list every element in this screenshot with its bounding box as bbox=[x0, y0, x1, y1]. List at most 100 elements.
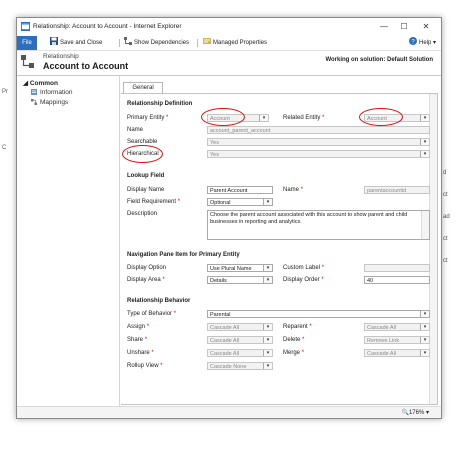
reparent-label-text: Reparent bbox=[283, 324, 308, 330]
field-requirement-select[interactable]: Optional ▾ bbox=[207, 198, 273, 206]
reparent-value: Cascade All bbox=[367, 325, 397, 331]
rollup-view-select[interactable]: Cascade None ▾ bbox=[207, 362, 273, 370]
display-area-select[interactable]: Details ▾ bbox=[207, 276, 273, 284]
searchable-select[interactable]: Yes ▾ bbox=[207, 138, 430, 146]
background-text: ct bbox=[443, 192, 448, 198]
required-marker: * bbox=[173, 311, 177, 317]
field-requirement-label: Field Requirement * bbox=[127, 199, 180, 205]
hierarchical-select[interactable]: Yes ▾ bbox=[207, 150, 430, 158]
lookup-name-field[interactable]: parentaccountid bbox=[364, 186, 430, 194]
save-and-close-label: Save and Close bbox=[60, 40, 103, 46]
managed-properties-label: Managed Properties bbox=[213, 40, 268, 46]
required-marker: * bbox=[151, 350, 154, 356]
required-marker: * bbox=[300, 187, 304, 193]
background-app-sliver-right: d ct ad ct ct bbox=[441, 170, 474, 270]
background-text: d bbox=[443, 170, 447, 176]
display-order-label-text: Display Order bbox=[283, 277, 320, 283]
assign-label-text: Assign bbox=[127, 324, 146, 330]
unshare-select[interactable]: Cascade All ▾ bbox=[207, 349, 273, 357]
nav-item-label: Mappings bbox=[40, 99, 69, 106]
form-content: Relationship Definition Primary Entity *… bbox=[121, 93, 438, 405]
required-marker: * bbox=[322, 115, 325, 121]
zoom-level: 176% bbox=[408, 410, 425, 416]
help-icon: ? bbox=[409, 37, 417, 45]
type-of-behavior-select[interactable]: Parental ▾ bbox=[207, 310, 430, 318]
required-marker: * bbox=[166, 115, 169, 121]
rollup-view-label: Rollup View * bbox=[127, 363, 163, 369]
chevron-down-icon: ▾ bbox=[259, 115, 268, 121]
help-button[interactable]: ? Help ▾ bbox=[409, 37, 436, 49]
background-text: ad bbox=[443, 214, 450, 220]
ribbon: File Save and Close Show Dependencies Ma… bbox=[17, 36, 441, 51]
section-heading-lookup-field: Lookup Field bbox=[127, 173, 165, 179]
custom-label-field[interactable] bbox=[364, 264, 430, 272]
nav-item-information[interactable]: Information bbox=[31, 89, 73, 96]
section-heading-relationship-definition: Relationship Definition bbox=[127, 101, 193, 107]
minimize-button[interactable]: — bbox=[377, 21, 391, 32]
display-order-field[interactable]: 40 bbox=[364, 276, 430, 284]
nav-item-label: Information bbox=[40, 89, 73, 96]
chevron-down-icon: ▾ bbox=[263, 277, 272, 283]
merge-value: Cascade All bbox=[367, 351, 397, 357]
entity-type-label: Relationship bbox=[43, 53, 79, 60]
annotation-circle bbox=[201, 108, 245, 126]
searchable-value: Yes bbox=[210, 140, 219, 146]
required-marker: * bbox=[302, 337, 305, 343]
required-marker: * bbox=[160, 363, 163, 369]
merge-label-text: Merge bbox=[283, 350, 301, 356]
background-app-sliver: Pr C bbox=[0, 85, 16, 365]
solution-label: Working on solution: Default Solution bbox=[325, 57, 433, 63]
share-label: Share * bbox=[127, 337, 147, 343]
managed-properties-button[interactable]: Managed Properties bbox=[203, 37, 267, 49]
chevron-down-icon: ▾ bbox=[263, 337, 272, 343]
show-dependencies-button[interactable]: Show Dependencies bbox=[124, 37, 189, 49]
information-icon bbox=[31, 89, 37, 95]
maximize-button[interactable]: ☐ bbox=[397, 21, 411, 32]
save-and-close-button[interactable]: Save and Close bbox=[50, 37, 102, 49]
background-text: ct bbox=[443, 258, 448, 264]
description-scrollbar[interactable] bbox=[421, 211, 429, 239]
chevron-down-icon: ▾ bbox=[420, 115, 429, 121]
description-textarea[interactable]: Choose the parent account associated wit… bbox=[207, 210, 430, 240]
window-title: Relationship: Account to Account - Inter… bbox=[33, 23, 182, 30]
assign-select[interactable]: Cascade All ▾ bbox=[207, 323, 273, 331]
required-marker: * bbox=[301, 350, 305, 356]
lookup-name-label-text: Name bbox=[283, 187, 300, 193]
name-field[interactable]: account_parent_account bbox=[207, 126, 430, 134]
reparent-select[interactable]: Cascade All ▾ bbox=[364, 323, 430, 331]
chevron-down-icon: ▾ bbox=[420, 324, 429, 330]
unshare-label-text: Unshare bbox=[127, 350, 150, 356]
close-button[interactable]: ✕ bbox=[419, 21, 433, 32]
display-area-value: Details bbox=[210, 278, 227, 284]
form-scrollbar[interactable] bbox=[429, 94, 437, 404]
display-option-select[interactable]: Use Plural Name ▾ bbox=[207, 264, 273, 272]
zoom-control[interactable]: 🔍176% ▾ bbox=[401, 409, 429, 416]
annotation-circle bbox=[122, 145, 163, 163]
save-icon bbox=[50, 37, 58, 45]
type-of-behavior-value: Parental bbox=[210, 312, 231, 318]
merge-select[interactable]: Cascade All ▾ bbox=[364, 349, 430, 357]
ribbon-separator bbox=[197, 39, 198, 47]
delete-value: Remove Link bbox=[367, 338, 400, 344]
tab-general[interactable]: General bbox=[123, 82, 163, 93]
share-select[interactable]: Cascade All ▾ bbox=[207, 336, 273, 344]
chevron-down-icon: ▾ bbox=[263, 265, 272, 271]
file-button[interactable]: File bbox=[17, 36, 37, 50]
delete-select[interactable]: Remove Link ▾ bbox=[364, 336, 430, 344]
description-label: Description bbox=[127, 211, 158, 217]
dependencies-icon bbox=[124, 37, 132, 45]
nav-section-common[interactable]: ◢ Common bbox=[23, 79, 58, 87]
managed-properties-icon bbox=[203, 38, 211, 44]
ribbon-separator bbox=[119, 39, 120, 47]
required-marker: * bbox=[146, 324, 150, 330]
required-marker: * bbox=[309, 324, 312, 330]
assign-label: Assign * bbox=[127, 324, 149, 330]
type-of-behavior-label: Type of Behavior * bbox=[127, 311, 176, 317]
nav-item-mappings[interactable]: Mappings bbox=[31, 99, 68, 106]
assign-value: Cascade All bbox=[210, 325, 240, 331]
name-label: Name bbox=[127, 127, 144, 133]
display-name-field[interactable]: Parent Account bbox=[207, 186, 273, 194]
annotation-circle bbox=[359, 108, 403, 126]
background-text: C bbox=[2, 145, 7, 151]
display-option-label: Display Option bbox=[127, 265, 167, 271]
